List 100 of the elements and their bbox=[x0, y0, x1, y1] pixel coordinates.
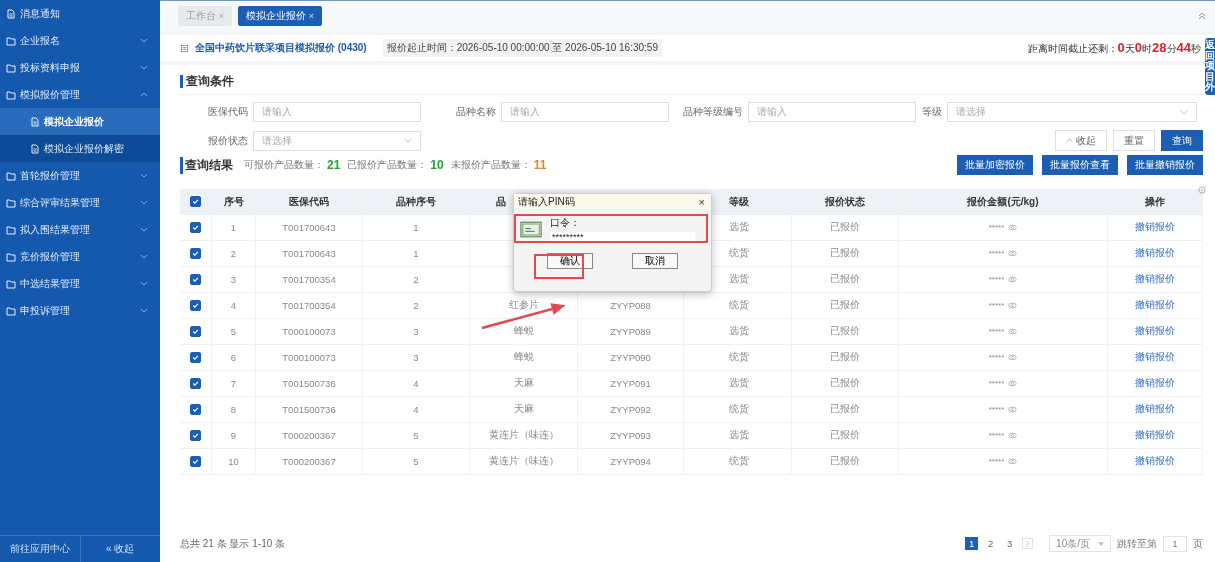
query-button[interactable]: 收起 bbox=[1055, 130, 1107, 151]
checkbox[interactable] bbox=[190, 196, 201, 207]
checkbox[interactable] bbox=[190, 352, 201, 363]
eye-icon[interactable] bbox=[1008, 328, 1018, 335]
chevron-down-icon bbox=[404, 138, 413, 143]
eye-icon[interactable] bbox=[1008, 458, 1018, 465]
eye-icon[interactable] bbox=[1008, 432, 1018, 439]
eye-icon[interactable] bbox=[1008, 354, 1018, 361]
table-cell: 统货 bbox=[729, 247, 749, 260]
table-cell: 蜂蜕 bbox=[513, 351, 534, 364]
eye-icon[interactable] bbox=[1008, 224, 1018, 231]
close-button[interactable]: × bbox=[696, 196, 707, 208]
page-button[interactable]: 2 bbox=[984, 537, 998, 550]
chevron-up-icon bbox=[1066, 138, 1073, 143]
checkbox[interactable] bbox=[190, 274, 201, 285]
table-cell: ZYYP094 bbox=[610, 456, 651, 467]
sidebar-item[interactable]: 企业报名 bbox=[0, 27, 160, 54]
caret-icon bbox=[1098, 541, 1104, 546]
sidebar-item[interactable]: 首轮报价管理 bbox=[0, 162, 160, 189]
table-cell: 蜂蜕 bbox=[513, 325, 534, 338]
side-tab[interactable]: 返回项目外 bbox=[1205, 38, 1215, 95]
check-icon bbox=[191, 275, 200, 284]
table-cell: ***** bbox=[988, 275, 1005, 284]
batch-button[interactable]: 批量加密报价 bbox=[957, 155, 1033, 175]
revoke-link[interactable]: 撤销报价 bbox=[1135, 221, 1175, 234]
table-cell: 统货 bbox=[729, 351, 749, 364]
table-cell: 已报价 bbox=[830, 299, 860, 312]
eye-icon[interactable] bbox=[1008, 250, 1018, 257]
checkbox[interactable] bbox=[190, 430, 201, 441]
revoke-link[interactable]: 撤销报价 bbox=[1135, 273, 1175, 286]
dialog-title: 请输入PIN码 bbox=[518, 195, 575, 209]
sidebar-item[interactable]: 拟入围结果管理 bbox=[0, 216, 160, 243]
table-cell: 已报价 bbox=[830, 247, 860, 260]
table-cell: T001700354 bbox=[282, 274, 336, 285]
checkbox[interactable] bbox=[190, 248, 201, 259]
checkbox[interactable] bbox=[190, 326, 201, 337]
revoke-link[interactable]: 撤销报价 bbox=[1135, 377, 1175, 390]
count-value: 11 bbox=[533, 158, 547, 172]
eye-icon[interactable] bbox=[1008, 302, 1018, 309]
double-chevron-up-icon[interactable] bbox=[1197, 11, 1207, 21]
checkbox[interactable] bbox=[190, 222, 201, 233]
table-cell: 天麻 bbox=[513, 377, 534, 390]
document-icon bbox=[6, 8, 16, 19]
query-button[interactable]: 查询 bbox=[1161, 130, 1203, 151]
table-cell: 2 bbox=[413, 274, 419, 285]
field-label: 医保代码 bbox=[208, 105, 249, 119]
sidebar-item[interactable]: 投标资料申报 bbox=[0, 54, 160, 81]
page-button[interactable]: 3 bbox=[1003, 537, 1017, 550]
column-header: 报价金额(元/kg) bbox=[967, 194, 1039, 209]
eye-icon[interactable] bbox=[1008, 276, 1018, 283]
next-page-icon[interactable] bbox=[1022, 538, 1034, 549]
checkbox[interactable] bbox=[190, 456, 201, 467]
table-cell: 已报价 bbox=[830, 273, 860, 286]
revoke-link[interactable]: 撤销报价 bbox=[1135, 455, 1175, 468]
revoke-link[interactable]: 撤销报价 bbox=[1135, 351, 1175, 364]
document-icon bbox=[30, 116, 40, 127]
table-cell: T000200367 bbox=[282, 456, 336, 467]
field-label: 报价状态 bbox=[208, 133, 249, 148]
table-cell: 统货 bbox=[729, 455, 749, 468]
checkbox[interactable] bbox=[190, 300, 201, 311]
batch-button[interactable]: 批量报价查看 bbox=[1042, 155, 1118, 175]
revoke-link[interactable]: 撤销报价 bbox=[1135, 403, 1175, 416]
eye-icon[interactable] bbox=[1008, 380, 1018, 387]
sidebar-item[interactable]: 模拟企业报价 bbox=[0, 108, 160, 135]
count-value: 10 bbox=[430, 158, 444, 172]
table-cell: ***** bbox=[988, 457, 1005, 466]
settings-icon[interactable] bbox=[1197, 185, 1207, 195]
folder-icon bbox=[6, 305, 16, 316]
sidebar-item[interactable]: 模拟报价管理 bbox=[0, 81, 160, 108]
countdown: 距离时间截止还剩：0天0时28分44秒 bbox=[1027, 40, 1201, 56]
sidebar-item[interactable]: 综合评审结果管理 bbox=[0, 189, 160, 216]
tab[interactable]: 模拟企业报价 × bbox=[238, 6, 323, 26]
revoke-link[interactable]: 撤销报价 bbox=[1135, 429, 1175, 442]
checkbox[interactable] bbox=[190, 378, 201, 389]
checkbox[interactable] bbox=[190, 404, 201, 415]
sidebar-footer-button[interactable]: 前往应用中心 bbox=[0, 536, 80, 562]
page-input[interactable]: 1 bbox=[1163, 535, 1187, 552]
batch-button[interactable]: 批量撤销报价 bbox=[1127, 155, 1203, 175]
page-size-select[interactable]: 10条/页 bbox=[1049, 535, 1111, 552]
table-cell: 6 bbox=[230, 352, 237, 363]
eye-icon[interactable] bbox=[1008, 406, 1018, 413]
dialog-button[interactable]: 取消 bbox=[631, 253, 678, 269]
sidebar-item[interactable]: 中选结果管理 bbox=[0, 270, 160, 297]
table-cell: T000200367 bbox=[282, 430, 336, 441]
revoke-link[interactable]: 撤销报价 bbox=[1135, 247, 1175, 260]
revoke-link[interactable]: 撤销报价 bbox=[1135, 299, 1175, 312]
table-cell: 10 bbox=[228, 456, 239, 467]
sidebar-item[interactable]: 竞价报价管理 bbox=[0, 243, 160, 270]
table-cell: ZYYP090 bbox=[610, 352, 651, 363]
password-field[interactable]: ********* bbox=[550, 231, 695, 243]
sidebar-item[interactable]: 消息通知 bbox=[0, 0, 160, 27]
check-icon bbox=[191, 457, 200, 466]
check-icon bbox=[191, 379, 200, 388]
sidebar-item[interactable]: 申投诉管理 bbox=[0, 297, 160, 324]
page-button[interactable]: 1 bbox=[965, 537, 979, 550]
query-button[interactable]: 重置 bbox=[1113, 130, 1155, 151]
sidebar-item[interactable]: 模拟企业报价解密 bbox=[0, 135, 160, 162]
revoke-link[interactable]: 撤销报价 bbox=[1135, 325, 1175, 338]
folder-icon bbox=[6, 224, 16, 235]
table-cell: 3 bbox=[230, 274, 237, 285]
